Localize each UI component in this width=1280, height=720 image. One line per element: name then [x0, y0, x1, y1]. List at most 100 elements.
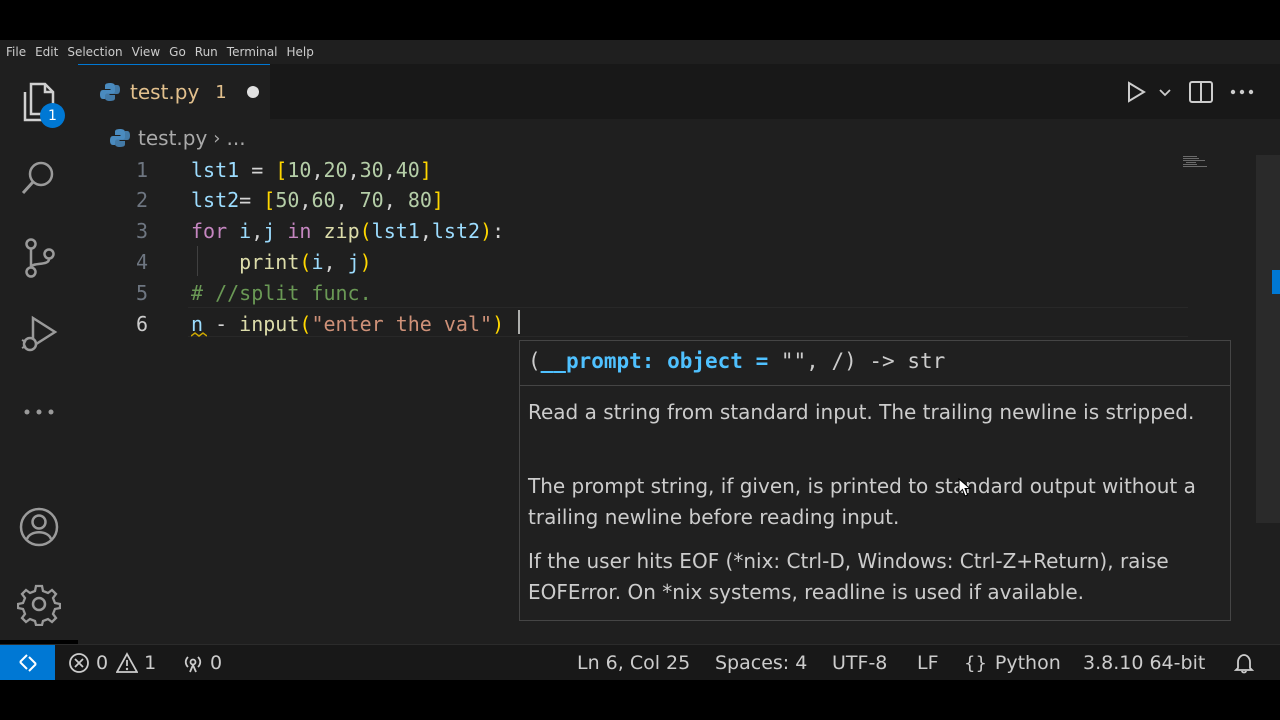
- code-token: lst1: [371, 219, 420, 244]
- more-icon[interactable]: [17, 390, 61, 434]
- doc-paragraph-1: Read a string from standard input. The t…: [528, 400, 1195, 424]
- bottom-letterbox: [0, 680, 1280, 720]
- menu-edit[interactable]: Edit: [35, 45, 58, 59]
- broadcast-icon: [184, 656, 202, 673]
- signature-token: , /) -> str: [806, 349, 946, 373]
- remote-indicator[interactable]: [0, 645, 55, 681]
- source-control-icon[interactable]: [17, 236, 61, 280]
- code-line[interactable]: 3 for i,j in zip(lst1,lst2):: [78, 216, 1178, 247]
- error-icon: [69, 653, 89, 673]
- menu-selection[interactable]: Selection: [67, 45, 122, 59]
- code-token: ): [359, 249, 372, 274]
- line-number: 5: [135, 280, 148, 305]
- split-editor-button[interactable]: [1188, 78, 1214, 106]
- menu-terminal[interactable]: Terminal: [227, 45, 278, 59]
- code-token: ,: [347, 157, 360, 182]
- menu-bar: File Edit Selection View Go Run Terminal…: [0, 40, 1280, 64]
- code-token: # //split func.: [191, 280, 372, 305]
- mouse-cursor-icon: [958, 478, 972, 497]
- breadcrumb-file[interactable]: test.py: [138, 126, 207, 150]
- status-bar: 0 1 0 Ln 6, Col 25 Spaces: 4 UTF-8 LF {}…: [0, 644, 1280, 681]
- code-token: (: [359, 219, 372, 244]
- search-icon[interactable]: [17, 156, 61, 200]
- code-token: lst2: [431, 219, 481, 244]
- top-letterbox: [0, 0, 1280, 40]
- eol-setting[interactable]: LF: [917, 645, 939, 681]
- menu-run[interactable]: Run: [195, 45, 218, 59]
- notifications-button[interactable]: [1233, 645, 1255, 681]
- code-token: ,: [323, 249, 348, 274]
- code-text: # //split func.: [191, 281, 372, 305]
- code-line[interactable]: 1 lst1 = [10,20,30,40]: [78, 154, 1178, 185]
- doc-paragraph-2: The prompt string, if given, is printed …: [528, 474, 1196, 529]
- code-text: lst1 = [10,20,30,40]: [191, 158, 432, 182]
- braces-icon: {}: [964, 652, 987, 674]
- encoding-setting[interactable]: UTF-8: [832, 645, 887, 681]
- tab-bar: test.py 1: [78, 64, 1280, 119]
- code-token: ,: [383, 157, 396, 182]
- vertical-scrollbar[interactable]: [1256, 155, 1280, 523]
- ports-count: 0: [210, 652, 223, 674]
- run-debug-icon[interactable]: [17, 312, 61, 356]
- python-interpreter[interactable]: 3.8.10 64-bit: [1083, 645, 1205, 681]
- tab-filename: test.py: [130, 80, 200, 104]
- code-token: :: [492, 219, 505, 244]
- tab-test-py[interactable]: test.py 1: [78, 64, 270, 119]
- menu-view[interactable]: View: [132, 45, 160, 59]
- breadcrumb-more[interactable]: ...: [227, 126, 246, 150]
- problems-indicator[interactable]: 0 1: [68, 645, 156, 681]
- error-count: 0: [96, 652, 109, 674]
- code-token: 20: [323, 157, 348, 182]
- warning-count: 1: [144, 652, 157, 674]
- ports-indicator[interactable]: 0: [182, 645, 222, 681]
- code-token: ,: [419, 219, 432, 244]
- doc-paragraph-3: If the user hits EOF (*nix: Ctrl-D, Wind…: [528, 549, 1169, 604]
- chevron-down-icon[interactable]: [1156, 83, 1174, 101]
- line-number: 3: [135, 219, 148, 244]
- language-label: Python: [994, 652, 1061, 674]
- code-token: print: [239, 249, 300, 274]
- run-python-file-button[interactable]: [1124, 78, 1174, 106]
- split-editor-icon: [1189, 81, 1213, 103]
- code-token: (: [299, 311, 312, 336]
- explorer-badge: 1: [40, 103, 65, 128]
- cursor-position[interactable]: Ln 6, Col 25: [577, 645, 690, 681]
- code-token: =: [239, 188, 264, 213]
- code-token: -: [203, 311, 240, 336]
- code-token: 30: [359, 157, 384, 182]
- python-icon: [100, 83, 120, 101]
- settings-gear-icon[interactable]: [17, 582, 61, 626]
- text-caret: [518, 310, 520, 334]
- remote-icon: [18, 654, 37, 672]
- code-line[interactable]: 6 n - input("enter the val"): [78, 308, 1178, 339]
- code-token: 10: [287, 157, 312, 182]
- code-token: j: [347, 249, 360, 274]
- code-token: ,: [335, 188, 360, 213]
- code-token: ,: [311, 157, 324, 182]
- code-line[interactable]: 2 lst2= [50,60, 70, 80]: [78, 185, 1178, 216]
- indentation-setting[interactable]: Spaces: 4: [715, 645, 807, 681]
- code-token: 40: [395, 157, 420, 182]
- more-actions-button[interactable]: [1230, 78, 1254, 106]
- language-mode[interactable]: {} Python: [964, 645, 1061, 681]
- activity-bar: [0, 64, 78, 640]
- code-line[interactable]: 4 print(i, j): [78, 246, 1178, 277]
- code-token: i: [239, 219, 252, 244]
- unsaved-dot-icon[interactable]: [246, 86, 259, 98]
- account-icon[interactable]: [17, 505, 61, 549]
- minimap[interactable]: [1182, 155, 1208, 169]
- code-token: [: [263, 188, 276, 213]
- line-number: 1: [135, 157, 148, 182]
- menu-help[interactable]: Help: [287, 45, 314, 59]
- code-token: ]: [419, 157, 432, 182]
- python-icon: [110, 129, 130, 147]
- code-text: n - input("enter the val"): [191, 312, 504, 336]
- menu-go[interactable]: Go: [169, 45, 186, 59]
- code-token: in: [287, 219, 312, 244]
- menu-file[interactable]: File: [6, 45, 26, 59]
- code-token: ,: [299, 188, 312, 213]
- code-line[interactable]: 5 # //split func.: [78, 277, 1178, 308]
